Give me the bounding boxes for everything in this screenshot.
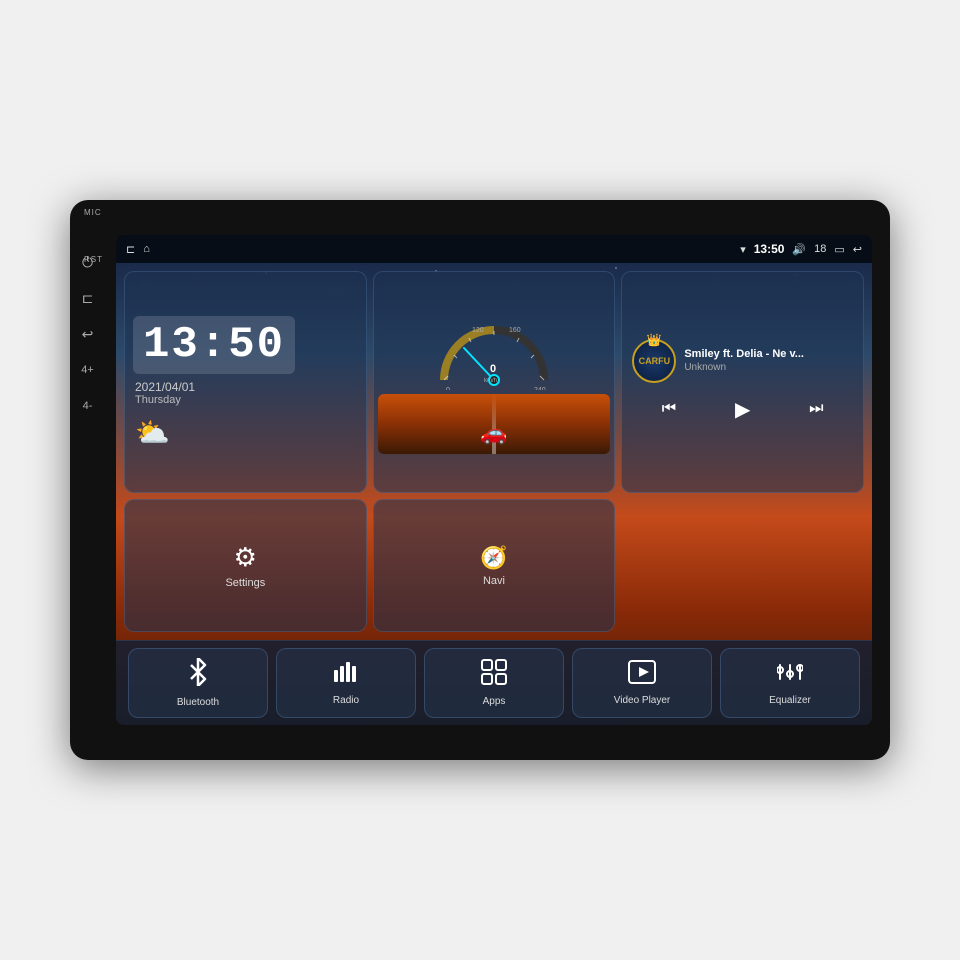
road-scene: 🚗 [378, 394, 611, 454]
volume-icon: 🔊 [792, 243, 806, 256]
clock-widget: 13:50 2021/04/01 Thursday ⛅ [124, 271, 367, 493]
svg-text:0: 0 [490, 363, 496, 375]
home-button[interactable]: ⊏ [74, 284, 102, 312]
apps-icon [481, 659, 507, 692]
main-screen: ⊏ ⌂ ▾ 13:50 🔊 18 ▭ ↩ 13:50 2021/04/01 Th… [116, 235, 872, 725]
apps-button[interactable]: Apps [424, 648, 564, 718]
back-button-side[interactable]: ↩ [74, 320, 102, 348]
radio-icon [333, 660, 359, 691]
navi-icon: 🧭 [480, 545, 507, 571]
vol-down-button[interactable]: 4- [74, 392, 102, 420]
main-content-grid: 13:50 2021/04/01 Thursday ⛅ [116, 263, 872, 640]
svg-text:km/h: km/h [484, 378, 497, 384]
status-right: ▾ 13:50 🔊 18 ▭ ↩ [740, 242, 862, 256]
navi-label: Navi [483, 575, 505, 587]
settings-card[interactable]: ⚙ Settings [124, 499, 367, 632]
video-player-button[interactable]: Video Player [572, 648, 712, 718]
svg-text:160: 160 [509, 327, 521, 334]
power-button[interactable]: ⏻ [74, 248, 102, 276]
left-controls: ⏻ ⊏ ↩ 4+ 4- [70, 200, 105, 760]
bluetooth-button[interactable]: Bluetooth [128, 648, 268, 718]
video-player-icon [628, 660, 656, 691]
navi-card[interactable]: 🧭 Navi [373, 499, 616, 632]
speed-widget: 0 120 160 240 0 km/h 🚗 [373, 271, 616, 493]
svg-text:240: 240 [534, 387, 546, 390]
apps-label: Apps [483, 696, 506, 707]
car-head-unit: MIC RST ⏻ ⊏ ↩ 4+ 4- ⊏ ⌂ ▾ 13:50 🔊 18 ▭ ↩ [70, 200, 890, 760]
music-artist: Unknown [684, 362, 853, 373]
back-icon[interactable]: ↩ [853, 243, 862, 256]
weather-icon: ⛅ [133, 416, 170, 449]
music-controls: ⏮ ▶ ⏭ [632, 393, 853, 426]
settings-icon: ⚙ [234, 542, 257, 573]
volume-level: 18 [814, 243, 826, 255]
clock-date: 2021/04/01 [133, 380, 195, 394]
house-icon[interactable]: ⌂ [143, 243, 150, 255]
equalizer-icon [777, 660, 803, 691]
svg-text:120: 120 [472, 327, 484, 334]
prev-button[interactable]: ⏮ [658, 396, 680, 422]
crown-icon: 👑 [647, 333, 662, 347]
music-title: Smiley ft. Delia - Ne v... [684, 348, 824, 360]
status-bar: ⊏ ⌂ ▾ 13:50 🔊 18 ▭ ↩ [116, 235, 872, 263]
clock-day: Thursday [133, 394, 181, 406]
road-background: 🚗 [378, 394, 611, 454]
radio-label: Radio [333, 695, 359, 706]
settings-label: Settings [225, 577, 265, 589]
battery-icon: ▭ [834, 243, 844, 256]
bluetooth-label: Bluetooth [177, 697, 219, 708]
home-icon[interactable]: ⊏ [126, 243, 135, 256]
equalizer-button[interactable]: Equalizer [720, 648, 860, 718]
car-icon: 🚗 [480, 420, 507, 446]
carfu-text: CARFU [639, 356, 671, 366]
wifi-icon: ▾ [740, 243, 746, 256]
bottom-row: Bluetooth Radio [116, 640, 872, 725]
status-left: ⊏ ⌂ [126, 243, 150, 256]
video-player-label: Video Player [614, 695, 671, 706]
music-info: Smiley ft. Delia - Ne v... Unknown [684, 348, 853, 373]
vol-up-button[interactable]: 4+ [74, 356, 102, 384]
status-time: 13:50 [754, 242, 785, 256]
play-button[interactable]: ▶ [731, 393, 754, 426]
music-widget[interactable]: 👑 CARFU Smiley ft. Delia - Ne v... Unkno… [621, 271, 864, 493]
equalizer-label: Equalizer [769, 695, 811, 706]
gauge-container: 0 120 160 240 0 km/h 🚗 [378, 310, 611, 454]
clock-display: 13:50 [133, 316, 295, 374]
carfu-logo: 👑 CARFU [632, 339, 676, 383]
next-button[interactable]: ⏭ [805, 396, 827, 422]
svg-text:0: 0 [446, 387, 450, 390]
bluetooth-icon [186, 658, 210, 693]
music-top: 👑 CARFU Smiley ft. Delia - Ne v... Unkno… [632, 339, 853, 383]
radio-button[interactable]: Radio [276, 648, 416, 718]
speedometer-svg: 0 120 160 240 0 km/h [434, 310, 554, 390]
